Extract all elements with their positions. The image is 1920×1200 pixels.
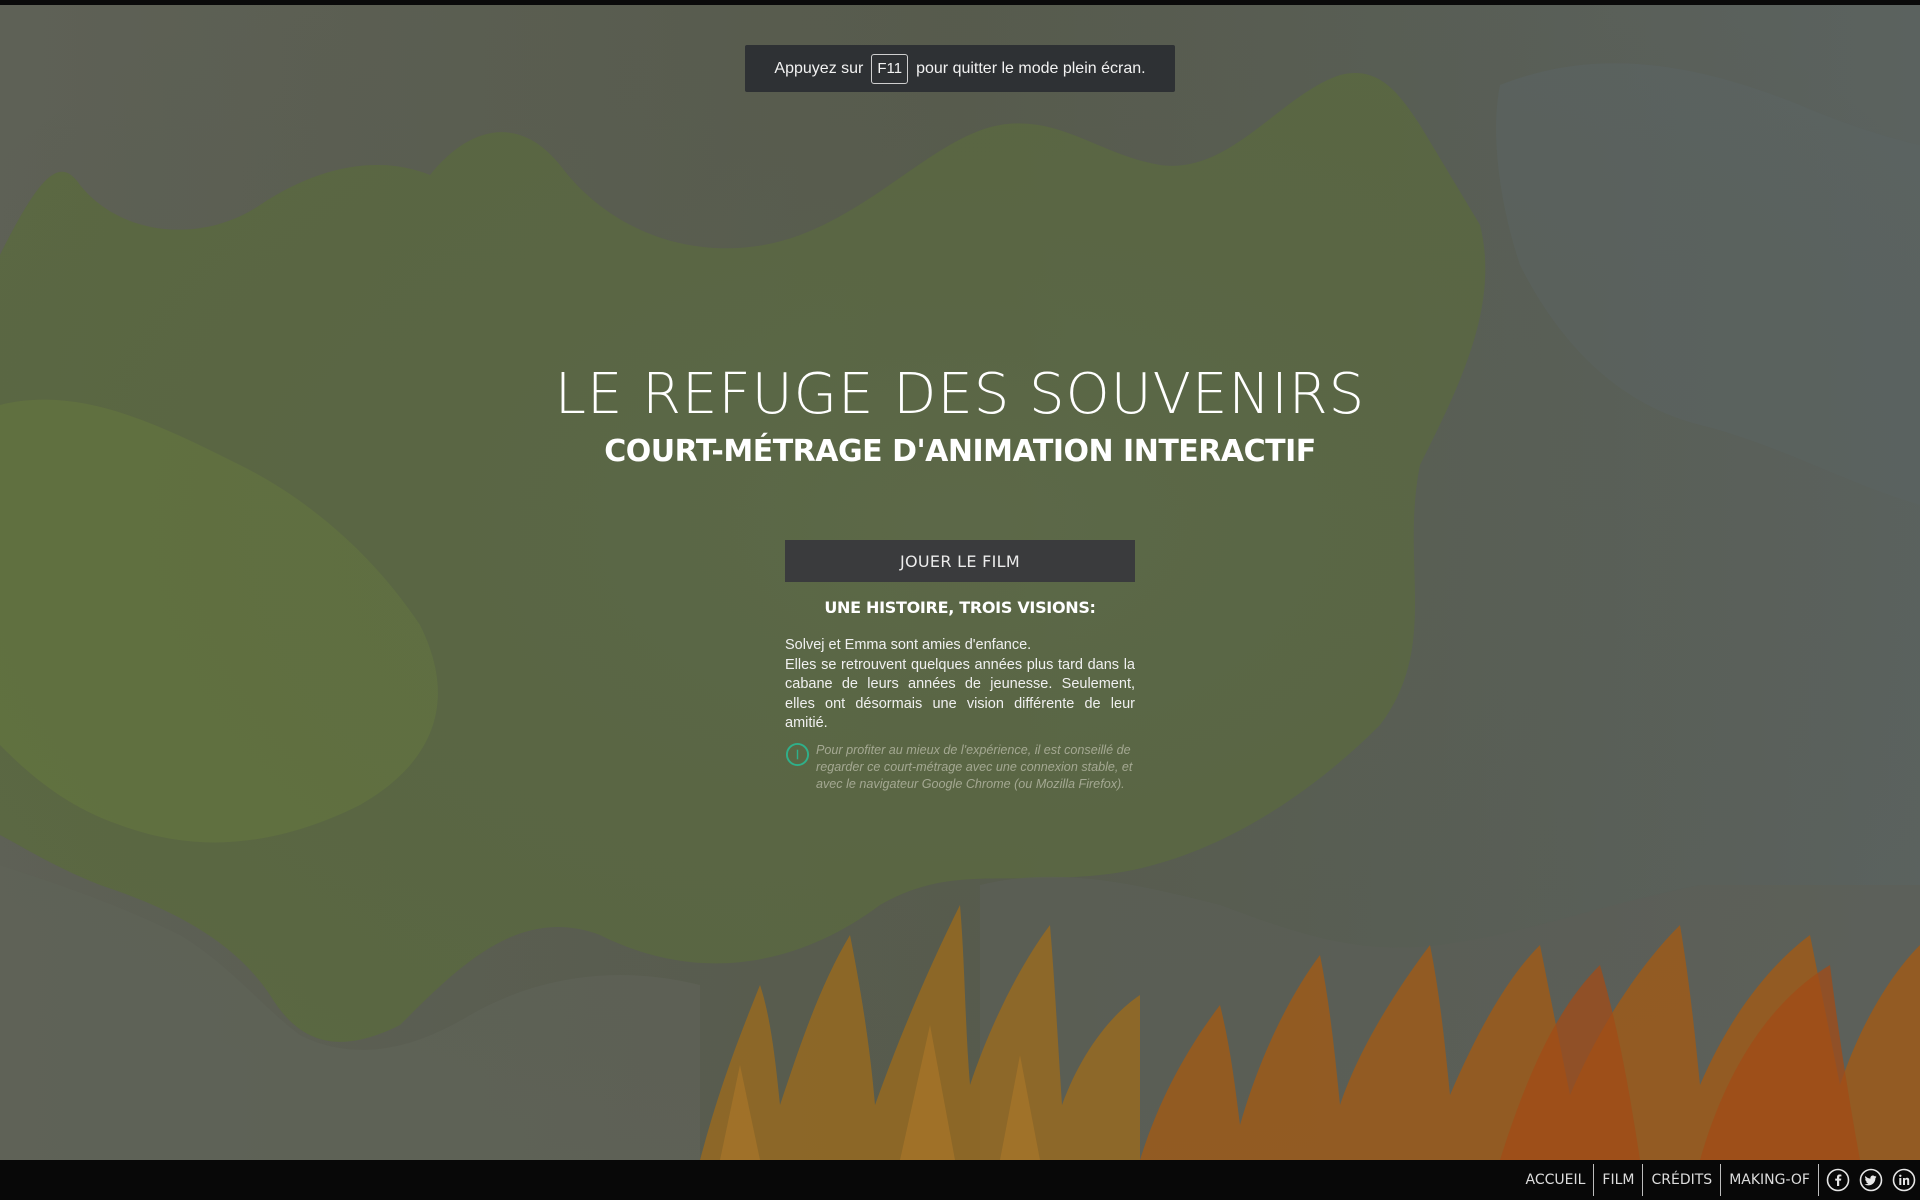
nav-item-credits[interactable]: CRÉDITS [1643, 1164, 1722, 1196]
hero: LE REFUGE DES SOUVENIRS COURT-MÉTRAGE D'… [0, 358, 1920, 472]
nav-item-accueil[interactable]: ACCUEIL [1518, 1164, 1595, 1196]
section-title: UNE HISTOIRE, TROIS VISIONS: [824, 598, 1096, 617]
page-subtitle: COURT-MÉTRAGE D'ANIMATION INTERACTIF [604, 434, 1316, 469]
page: Appuyez sur F11 pour quitter le mode ple… [0, 0, 1920, 1200]
browser-advice: Pour profiter au mieux de l'expérience, … [785, 742, 1135, 793]
fullscreen-notice: Appuyez sur F11 pour quitter le mode ple… [745, 45, 1175, 92]
synopsis-line-1: Solvej et Emma sont amies d'enfance. [785, 637, 1032, 653]
footer-nav: ACCUEIL FILM CRÉDITS MAKING-OF [1518, 1160, 1920, 1200]
f11-key-badge: F11 [871, 53, 909, 84]
facebook-icon[interactable] [1826, 1168, 1850, 1192]
background-illustration [0, 5, 1920, 1160]
fullscreen-notice-suffix: pour quitter le mode plein écran. [916, 59, 1146, 77]
twitter-icon[interactable] [1859, 1168, 1883, 1192]
info-icon [785, 742, 810, 767]
synopsis-line-2: Elles se retrouvent quelques années plus… [785, 656, 1135, 732]
synopsis: Solvej et Emma sont amies d'enfance. Ell… [785, 636, 1135, 734]
nav-item-making-of[interactable]: MAKING-OF [1721, 1164, 1819, 1196]
linkedin-icon[interactable] [1892, 1168, 1916, 1192]
footer-bar: ACCUEIL FILM CRÉDITS MAKING-OF [0, 1160, 1920, 1200]
nav-item-film[interactable]: FILM [1594, 1164, 1644, 1196]
play-film-button[interactable]: JOUER LE FILM [785, 540, 1135, 582]
advice-text: Pour profiter au mieux de l'expérience, … [816, 743, 1133, 791]
fullscreen-notice-prefix: Appuyez sur [774, 59, 864, 77]
page-title: LE REFUGE DES SOUVENIRS [554, 362, 1366, 427]
social-links [1819, 1168, 1920, 1192]
